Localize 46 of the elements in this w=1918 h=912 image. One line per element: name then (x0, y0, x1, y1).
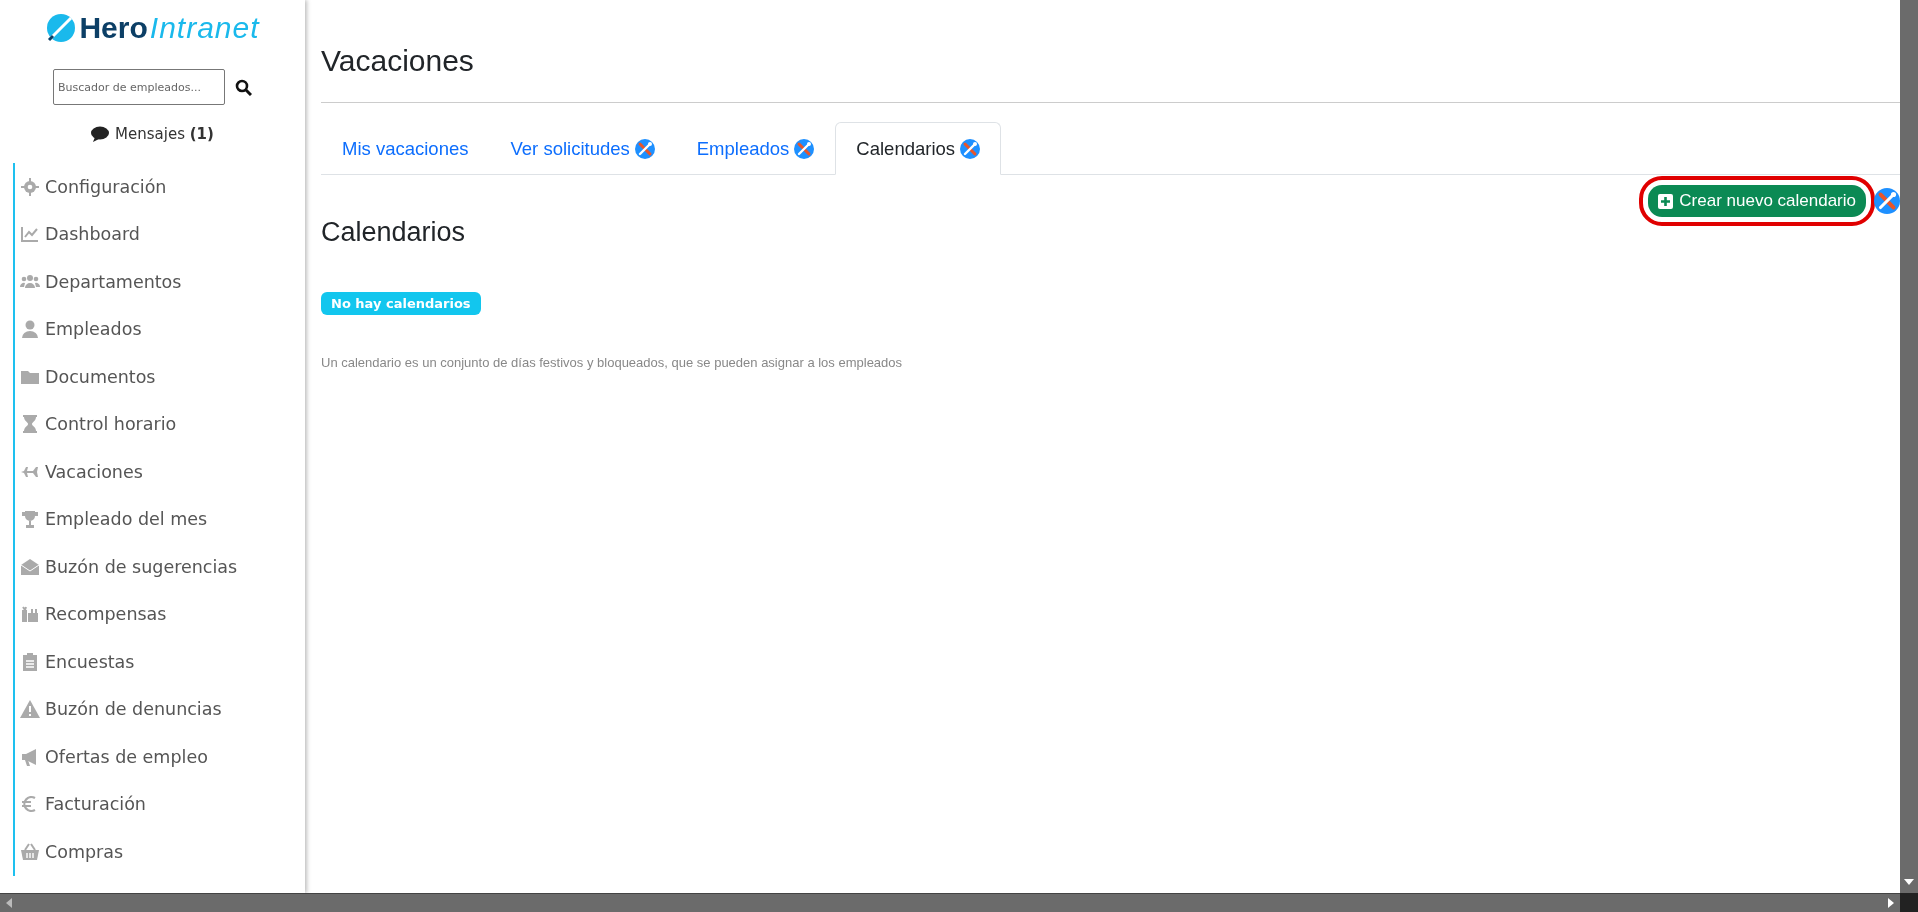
sidebar-item[interactable]: Compras (45, 841, 124, 862)
tab[interactable]: Calendarios (835, 122, 1002, 175)
logo-icon (45, 12, 78, 44)
page-title: Vacaciones (321, 0, 1900, 103)
tab[interactable]: Ver solicitudes (489, 122, 676, 175)
sidebar-item[interactable]: Empleado del mes (45, 509, 208, 530)
logo-product: Intranet (149, 13, 260, 43)
search-icon[interactable] (235, 78, 252, 96)
messages-link[interactable]: Mensajes (1) (115, 125, 214, 143)
menu-icon (20, 509, 40, 530)
menu-icon (20, 319, 40, 340)
scroll-right-icon[interactable] (1888, 898, 1894, 908)
menu-icon (20, 224, 40, 245)
status-badge: No hay calendarios (321, 292, 481, 315)
sidebar-item[interactable]: Ofertas de empleo (45, 746, 208, 767)
sidebar-item[interactable]: Recompensas (45, 604, 167, 625)
menu-icon (20, 176, 40, 197)
sidebar-item[interactable]: Documentos (45, 366, 156, 387)
plus-square-icon (1658, 193, 1674, 209)
sidebar-item[interactable]: Vacaciones (45, 461, 143, 482)
tab[interactable]: Mis vacaciones (321, 122, 490, 175)
description-text: Un calendario es un conjunto de días festivos y bloqueados, que se pueden asignar a los empleados (321, 355, 904, 370)
menu-icon (20, 414, 40, 435)
scroll-left-icon[interactable] (6, 898, 12, 908)
sidebar-item[interactable]: Departamentos (45, 271, 182, 292)
menu-icon (20, 699, 40, 720)
sidebar-item[interactable]: Encuestas (45, 651, 135, 672)
sidebar-item[interactable]: Dashboard (45, 224, 140, 245)
sidebar-item[interactable]: Facturación (45, 794, 146, 815)
sidebar-item[interactable]: Buzón de denuncias (45, 699, 222, 720)
sidebar-item[interactable]: Configuración (45, 176, 167, 197)
menu-icon (20, 651, 40, 672)
menu-icon (20, 556, 40, 577)
logo-brand: Hero (79, 13, 148, 43)
sidebar-item[interactable]: Empleados (45, 319, 142, 340)
chat-bubble-icon (91, 126, 110, 142)
section-title: Calendarios (321, 217, 466, 248)
tab[interactable]: Empleados (675, 122, 836, 175)
employee-search-field[interactable]: Buscador de empleados... (53, 69, 225, 105)
sidebar-item[interactable]: Buzón de sugerencias (45, 556, 238, 577)
menu-icon (20, 841, 40, 862)
menu-icon (20, 604, 40, 625)
sidebar-item[interactable]: Control horario (45, 414, 177, 435)
horizontal-scrollbar[interactable] (0, 893, 1900, 912)
vertical-scrollbar[interactable] (1900, 0, 1918, 893)
scrollbar-corner (1900, 893, 1918, 912)
